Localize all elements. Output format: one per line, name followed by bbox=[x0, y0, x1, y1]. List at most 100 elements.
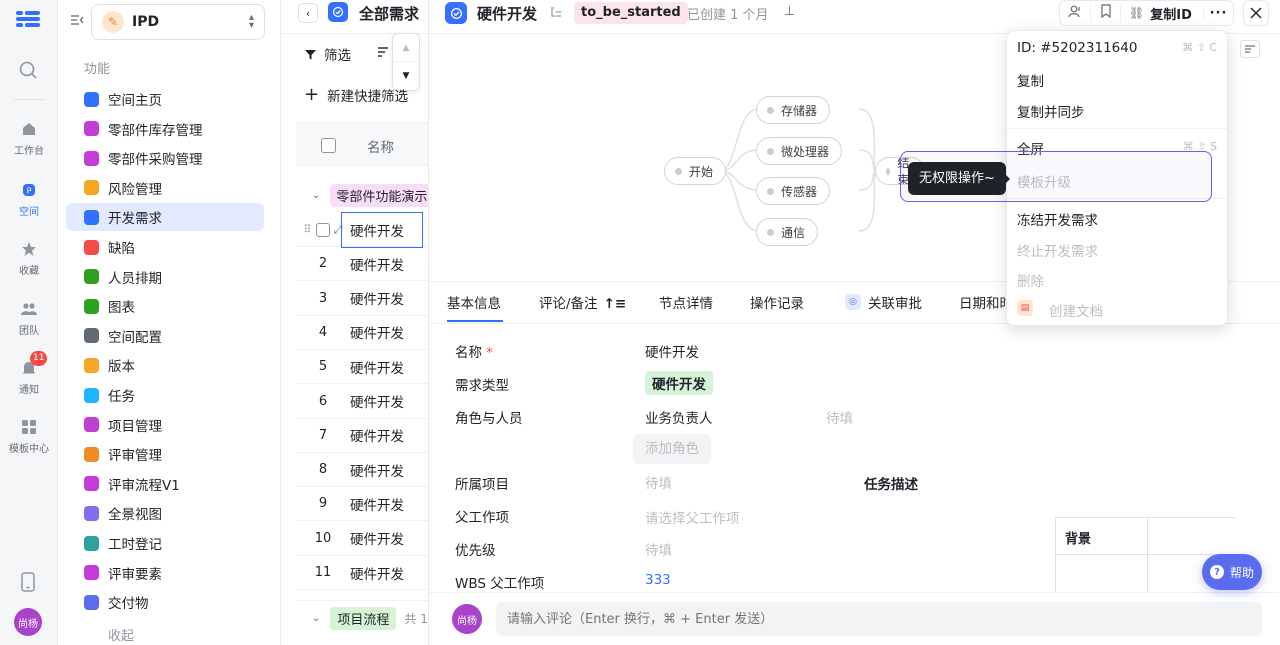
rail-team[interactable]: 团队 bbox=[0, 300, 58, 337]
collapse-sidebar-icon[interactable] bbox=[70, 13, 84, 31]
menu-item-terminate[interactable]: 终止开发需求 bbox=[1017, 240, 1098, 260]
table-row[interactable]: 4 硬件开发 bbox=[296, 316, 428, 350]
sidebar-item[interactable]: 版本 bbox=[66, 351, 264, 379]
wbs-value[interactable]: 333 bbox=[645, 572, 671, 588]
table-row[interactable]: 9 硬件开发 bbox=[296, 487, 428, 522]
menu-item-copy-sync[interactable]: 复制并同步 bbox=[1017, 101, 1085, 121]
menu-item-create-doc[interactable]: 创建文档 bbox=[1049, 300, 1103, 320]
flow-node[interactable]: 传感器 bbox=[756, 177, 831, 205]
name-value[interactable]: 硬件开发 bbox=[645, 341, 699, 361]
group-header[interactable]: ⌄ 零部件功能演示 bbox=[296, 178, 428, 212]
row-name[interactable]: 硬件开发 bbox=[350, 425, 404, 445]
rail-notifications[interactable]: 通知 11 bbox=[0, 351, 58, 396]
back-icon[interactable]: ‹ bbox=[298, 3, 318, 23]
sidebar-item[interactable]: 全景视图 bbox=[66, 499, 264, 527]
sidebar-item[interactable]: 任务 bbox=[66, 381, 264, 409]
detail-title[interactable]: 硬件开发 bbox=[477, 3, 537, 24]
menu-item-copy[interactable]: 复制 bbox=[1017, 70, 1044, 90]
priority-value[interactable]: 待填 bbox=[645, 539, 672, 559]
sidebar-item[interactable]: 开发需求 bbox=[66, 203, 264, 232]
member-icon[interactable] bbox=[1060, 4, 1090, 22]
select-all-checkbox[interactable] bbox=[321, 138, 336, 153]
table-row[interactable]: 10 硬件开发 bbox=[296, 522, 428, 556]
table-row[interactable]: 2 硬件开发 bbox=[296, 247, 428, 282]
sidebar-item[interactable]: 人员排期 bbox=[66, 263, 264, 291]
add-role-button[interactable]: 添加角色 bbox=[633, 434, 711, 464]
sidebar-item[interactable]: 评审流程V1 bbox=[66, 470, 264, 498]
app-logo-icon[interactable] bbox=[16, 9, 40, 29]
bookmark-icon[interactable] bbox=[1090, 4, 1120, 22]
sidebar-item[interactable]: 评审要素 bbox=[66, 559, 264, 587]
sidebar-item[interactable]: 风险管理 bbox=[66, 174, 264, 202]
sidebar-item[interactable]: 零部件采购管理 bbox=[66, 144, 264, 172]
outline-icon[interactable] bbox=[550, 6, 562, 22]
sidebar-item[interactable]: 空间主页 bbox=[66, 85, 264, 113]
row-name[interactable]: 硬件开发 bbox=[350, 322, 404, 342]
project-switcher[interactable]: ✎ IPD ▴ ▾ bbox=[91, 4, 265, 40]
filter-button[interactable]: 筛选 bbox=[304, 44, 351, 64]
flow-node[interactable]: 通信 bbox=[756, 218, 819, 246]
row-checkbox[interactable] bbox=[315, 222, 330, 237]
type-tag[interactable]: 硬件开发 bbox=[645, 371, 713, 395]
row-name[interactable]: 硬件开发 bbox=[350, 494, 404, 514]
new-quick-filter[interactable]: + 新建快捷筛选 bbox=[304, 84, 408, 105]
sidebar-item[interactable]: 交付物 bbox=[66, 588, 264, 616]
table-row[interactable]: 8 硬件开发 bbox=[296, 453, 428, 488]
menu-item-freeze[interactable]: 冻结开发需求 bbox=[1017, 209, 1098, 229]
mobile-icon[interactable] bbox=[20, 572, 36, 596]
step-up-icon[interactable]: ▲ bbox=[393, 34, 419, 62]
flow-node-start[interactable]: 开始 bbox=[664, 157, 727, 185]
tab-operation-log[interactable]: 操作记录 bbox=[750, 292, 804, 312]
comment-input[interactable] bbox=[496, 602, 1262, 636]
flow-node[interactable]: 存储器 bbox=[756, 96, 831, 124]
table-row[interactable]: 5 硬件开发 bbox=[296, 350, 428, 385]
rail-favorites[interactable]: 收藏 bbox=[0, 240, 58, 277]
table-row[interactable]: 11 硬件开发 bbox=[296, 556, 428, 590]
project-value[interactable]: 待填 bbox=[645, 472, 672, 492]
settings-list-icon[interactable] bbox=[1240, 40, 1260, 58]
search-icon[interactable] bbox=[18, 60, 38, 84]
row-name[interactable]: 硬件开发 bbox=[350, 254, 404, 274]
scroll-stepper[interactable]: ▲ ▼ bbox=[392, 33, 420, 91]
close-icon[interactable] bbox=[1243, 0, 1269, 26]
more-icon[interactable]: ··· bbox=[1203, 5, 1233, 21]
role-value[interactable]: 待填 bbox=[826, 407, 853, 427]
rail-space[interactable]: P 空间 bbox=[0, 181, 58, 218]
table-row[interactable]: 7 硬件开发 bbox=[296, 419, 428, 453]
sidebar-item[interactable]: 图表 bbox=[66, 292, 264, 320]
sort-icon[interactable] bbox=[378, 46, 390, 62]
row-name[interactable]: 硬件开发 bbox=[350, 563, 404, 583]
table-row[interactable]: ⠿ ⤢ 硬件开发 bbox=[296, 211, 428, 248]
table-row[interactable]: 6 硬件开发 bbox=[296, 385, 428, 419]
row-name[interactable]: 硬件开发 bbox=[350, 460, 404, 480]
user-avatar[interactable]: 尚杨 bbox=[14, 608, 42, 636]
row-name[interactable]: 硬件开发 bbox=[350, 288, 404, 308]
sidebar-item[interactable]: 评审管理 bbox=[66, 440, 264, 468]
menu-item-id[interactable]: ID: #5202311640 bbox=[1017, 40, 1137, 56]
tab-node-details[interactable]: 节点详情 bbox=[659, 292, 713, 312]
rail-template-center[interactable]: 模板中心 bbox=[0, 418, 58, 455]
parent-value[interactable]: 请选择父工作项 bbox=[645, 507, 740, 527]
sidebar-item[interactable]: 工时登记 bbox=[66, 529, 264, 557]
status-badge[interactable]: to_be_started bbox=[574, 2, 688, 24]
collapse-link[interactable]: 收起 bbox=[108, 625, 134, 644]
pin-icon[interactable]: ⊥ bbox=[784, 4, 795, 19]
rail-workbench[interactable]: 工作台 bbox=[0, 120, 58, 157]
tab-related-approval[interactable]: ◎ 关联审批 bbox=[845, 292, 922, 312]
drag-handle-icon[interactable]: ⠿ bbox=[303, 223, 311, 236]
row-name[interactable]: 硬件开发 bbox=[341, 211, 423, 248]
tab-date-time[interactable]: 日期和时 bbox=[959, 292, 1013, 312]
row-name[interactable]: 硬件开发 bbox=[350, 528, 404, 548]
group-header[interactable]: ⌄ 项目流程 共 1 bbox=[296, 600, 428, 636]
menu-item-delete[interactable]: 删除 bbox=[1017, 270, 1044, 290]
row-name[interactable]: 硬件开发 bbox=[350, 357, 404, 377]
sidebar-item[interactable]: 项目管理 bbox=[66, 411, 264, 439]
sidebar-item[interactable]: 空间配置 bbox=[66, 322, 264, 350]
table-row[interactable]: 3 硬件开发 bbox=[296, 282, 428, 316]
sidebar-item[interactable]: 零部件库存管理 bbox=[66, 115, 264, 143]
tab-basic-info[interactable]: 基本信息 bbox=[447, 292, 501, 312]
copy-id-button[interactable]: ⛓ 复制ID bbox=[1120, 3, 1192, 23]
tab-comments[interactable]: 评论/备注 ↑≡ bbox=[539, 292, 626, 312]
help-button[interactable]: ? 帮助 bbox=[1202, 554, 1262, 590]
sidebar-item[interactable]: 缺陷 bbox=[66, 233, 264, 261]
